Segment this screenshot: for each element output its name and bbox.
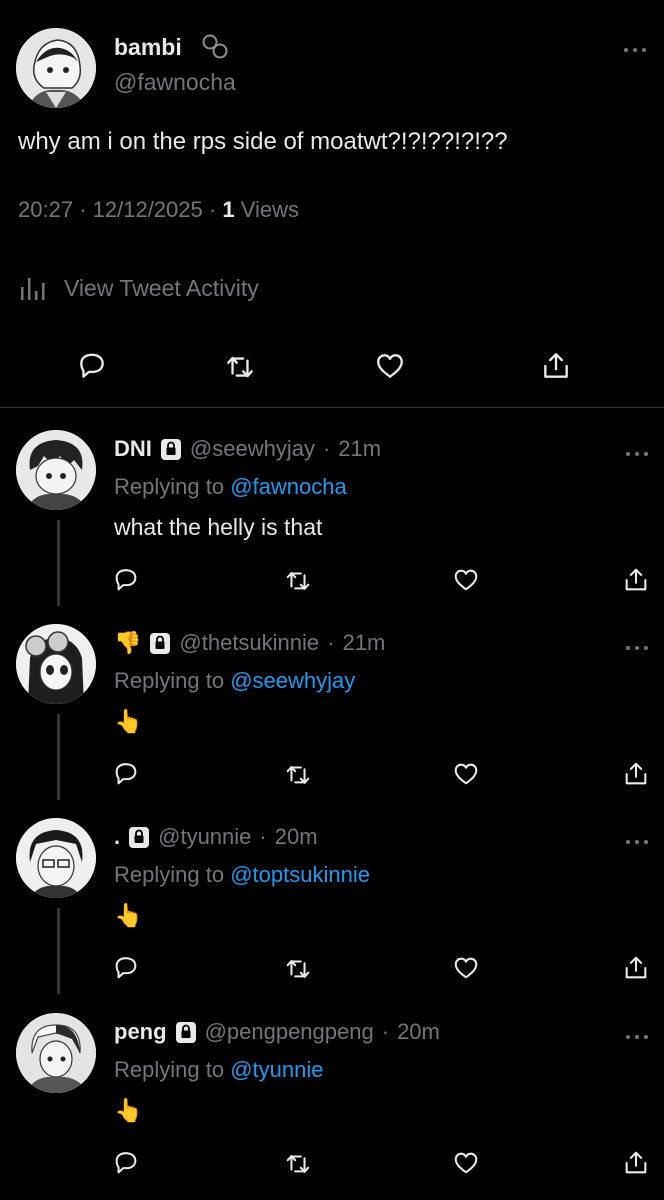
replying-to-link[interactable]: @fawnocha [230,474,347,499]
activity-label: View Tweet Activity [64,274,259,301]
like-icon[interactable] [452,566,480,594]
replying-to: Replying to @toptsukinnie [114,862,370,888]
share-icon[interactable] [540,350,572,382]
meta-separator: · [208,197,223,222]
reply-author-name[interactable]: peng [114,1019,167,1045]
like-icon[interactable] [452,954,480,982]
lock-icon [149,632,172,655]
reply-text: 👆 [114,1097,143,1123]
replying-to-link[interactable]: @tyunnie [230,1057,323,1082]
reply-time: 21m [342,630,386,655]
meta-separator: · [79,197,93,222]
badge-icon [202,34,228,59]
reply-avatar[interactable] [16,430,96,510]
more-icon[interactable] [625,450,649,458]
main-author-handle[interactable]: @fawnocha [114,69,236,96]
like-icon[interactable] [452,760,480,788]
retweet-icon[interactable] [284,760,312,788]
dot-separator: · [381,1019,390,1044]
tweet-time: 20:27 [18,197,74,222]
thread-line [57,520,60,606]
dot-separator: · [327,630,335,655]
tweet-text: why am i on the rps side of moatwt?!?!??… [18,128,508,155]
retweet-icon[interactable] [284,566,312,594]
replying-prefix: Replying to [114,474,225,499]
reply-author-handle[interactable]: @tyunnie [158,824,251,850]
main-tweet: bambi @fawnocha why am i on the rps side… [0,0,664,408]
replying-to-link[interactable]: @seewhyjay [230,668,355,693]
reply-text: 👆 [114,708,143,734]
retweet-icon[interactable] [224,350,256,382]
main-author-name[interactable]: bambi [114,34,182,61]
share-icon[interactable] [622,760,650,788]
lock-icon [174,1021,197,1044]
tweet-date: 12/12/2025 [92,197,203,222]
views-count: 1 [222,197,235,222]
reply-author-name[interactable]: DNI [114,436,152,462]
reply-author-handle[interactable]: @thetsukinnie [179,630,319,656]
dot-separator: · [322,436,331,461]
reply-icon[interactable] [76,350,108,382]
replying-prefix: Replying to [114,668,225,693]
more-icon[interactable] [623,46,647,54]
reply-text: what the helly is that [114,514,323,540]
replying-to: Replying to @seewhyjay [114,668,355,694]
reply-icon[interactable] [112,566,140,594]
reply-author-name[interactable]: . [114,824,120,850]
reply-time: 21m [338,436,382,461]
reply-icon[interactable] [112,954,140,982]
lock-icon [159,438,182,461]
more-icon[interactable] [625,644,649,652]
reply-author-handle[interactable]: @pengpengpeng [205,1019,374,1045]
retweet-icon[interactable] [284,1149,312,1177]
lock-icon [128,826,151,849]
reply-item[interactable]: . @tyunnie · 20m Replying to @toptsukinn… [0,798,664,994]
main-author-avatar[interactable] [16,28,96,108]
reply-author-handle[interactable]: @seewhyjay [190,436,315,462]
reply-item[interactable]: 👎 @thetsukinnie · 21m Replying to @seewh… [0,604,664,800]
analytics-icon [21,278,45,300]
reply-item[interactable]: peng @pengpengpeng · 20m Replying to @ty… [0,993,664,1187]
reply-icon[interactable] [112,1149,140,1177]
tweet-meta: 20:27 · 12/12/2025 · 1 Views [18,197,299,223]
reply-avatar[interactable] [16,818,96,898]
reply-time: 20m [397,1019,440,1044]
replying-prefix: Replying to [114,862,225,887]
reply-header: 👎 @thetsukinnie · 21m [114,630,385,656]
share-icon[interactable] [622,1149,650,1177]
thread-line [57,908,60,994]
more-icon[interactable] [625,838,649,846]
replying-prefix: Replying to [114,1057,225,1082]
share-icon[interactable] [622,954,650,982]
retweet-icon[interactable] [284,954,312,982]
views-label: Views [240,197,299,222]
reply-header: DNI @seewhyjay · 21m [114,436,381,462]
replying-to: Replying to @tyunnie [114,1057,323,1083]
like-icon[interactable] [452,1149,480,1177]
reply-author-name[interactable]: 👎 [114,630,141,656]
dot-separator: · [259,824,267,849]
reply-icon[interactable] [112,760,140,788]
replying-to-link[interactable]: @toptsukinnie [230,862,370,887]
replying-to: Replying to @fawnocha [114,474,347,500]
like-icon[interactable] [374,350,406,382]
reply-text: 👆 [114,902,143,928]
reply-avatar[interactable] [16,624,96,704]
share-icon[interactable] [622,566,650,594]
reply-header: peng @pengpengpeng · 20m [114,1019,440,1045]
view-tweet-activity[interactable]: View Tweet Activity [18,272,259,304]
more-icon[interactable] [625,1033,649,1041]
reply-header: . @tyunnie · 20m [114,824,318,850]
thread-line [57,714,60,800]
reply-avatar[interactable] [16,1013,96,1093]
reply-item[interactable]: DNI @seewhyjay · 21m Replying to @fawnoc… [0,410,664,606]
reply-time: 20m [274,824,318,849]
